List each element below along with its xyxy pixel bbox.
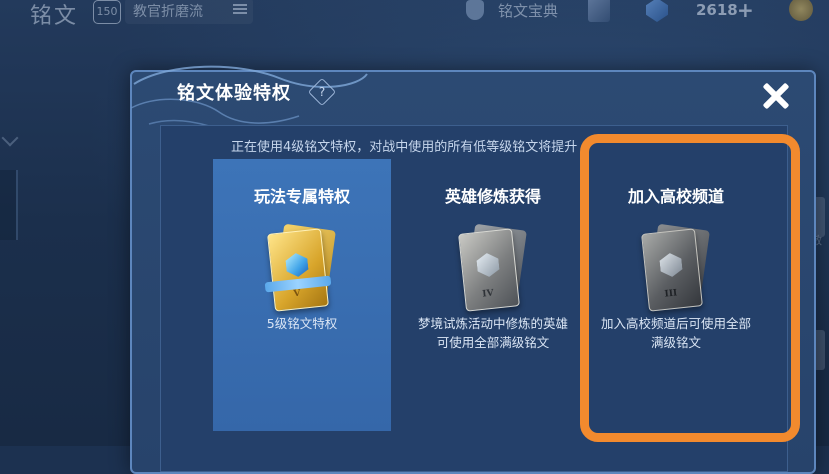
rune-privilege-dialog: 铭文体验特权 ? 正在使用4级铭文特权，对战中使用的所有低等级铭文将提升 玩法专… [130,65,816,474]
preset-name: 教官折磨流 [133,4,203,20]
codex-icon[interactable] [466,0,484,20]
list-icon [233,2,247,16]
top-bar: 铭文 150 教官折磨流 铭文宝典 2618 + [0,0,829,30]
help-icon[interactable]: ? [307,77,337,107]
iron-rune-book-icon: III [641,223,711,315]
card-title: 英雄修炼获得 [444,187,541,206]
add-currency-button[interactable]: + [737,0,754,20]
card-description: 5级铭文特权 [266,316,338,331]
preset-selector[interactable]: 教官折磨流 [125,0,253,24]
close-button[interactable] [760,80,792,112]
dialog-title: 铭文体验特权 [177,83,291,104]
currency-amount: 2618 [696,1,738,19]
silver-rune-book-icon: IV [458,223,528,315]
card-title: 加入高校频道 [627,187,724,206]
status-text: 正在使用4级铭文特权，对战中使用的所有低等级铭文将提升 [231,140,578,155]
coin-icon[interactable] [789,0,813,21]
card-title: 玩法专属特权 [253,187,350,206]
gem-icon [646,0,668,22]
privilege-card-hero-training[interactable]: 英雄修炼获得 IV 梦境试炼活动中修炼的英雄可使用全部满级铭文 [404,159,582,431]
page-title: 铭文 [30,4,79,29]
rune-thumbnail-icon[interactable] [588,0,610,22]
gold-rune-book-icon: V [264,223,337,315]
card-description: 加入高校频道后可使用全部满级铭文 [600,316,751,350]
privilege-card-university-channel[interactable]: 加入高校频道 III 加入高校频道后可使用全部满级铭文 [587,159,765,431]
left-side-panel [0,170,18,240]
privilege-card-mode[interactable]: 玩法专属特权 V 5级铭文特权 [213,159,391,431]
card-description: 梦境试炼活动中修炼的英雄可使用全部满级铭文 [417,316,568,350]
codex-label[interactable]: 铭文宝典 [498,0,558,21]
level-badge: 150 [93,0,121,24]
